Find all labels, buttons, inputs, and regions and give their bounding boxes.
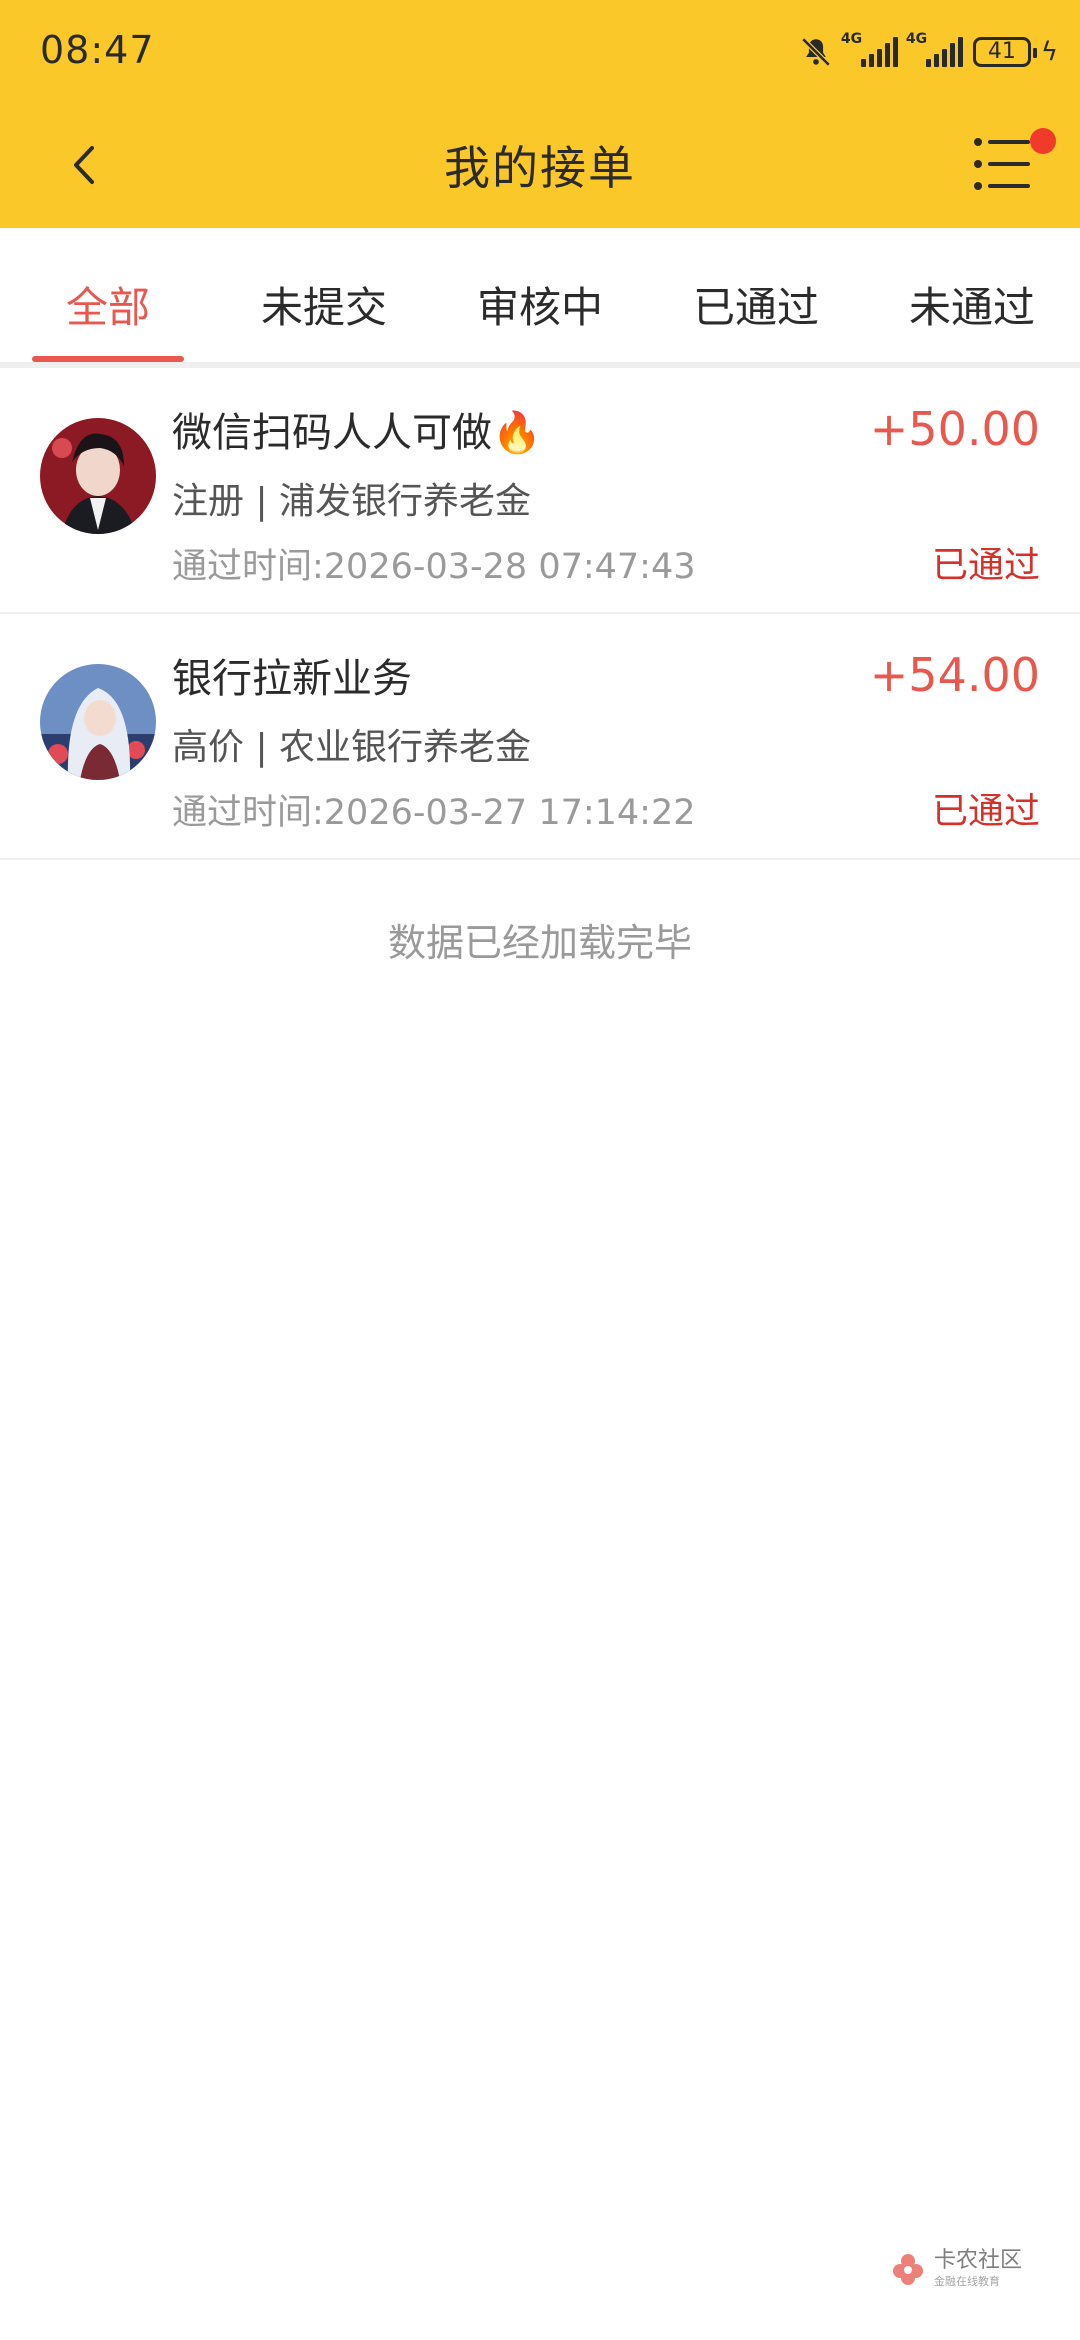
watermark: 卡农社区 金融在线教育 <box>890 2250 1022 2287</box>
app-header: 08:47 4G 4G 41 ϟ 我的接单 <box>0 0 1080 228</box>
tab-all[interactable]: 全部 <box>8 274 208 335</box>
signal-icon-2: 4G <box>906 31 963 67</box>
tab-not-submitted[interactable]: 未提交 <box>224 274 424 335</box>
order-title: 银行拉新业务 <box>172 656 412 702</box>
tab-approved[interactable]: 已通过 <box>656 274 856 335</box>
menu-button[interactable] <box>972 128 1056 196</box>
fire-icon: 🔥 <box>492 410 542 456</box>
tab-rejected[interactable]: 未通过 <box>872 274 1072 335</box>
end-of-list-text: 数据已经加载完毕 <box>387 921 692 965</box>
avatar <box>40 418 156 534</box>
active-tab-indicator <box>32 356 184 362</box>
battery-icon: 41 <box>972 37 1037 67</box>
order-amount: +54.00 <box>869 648 1040 702</box>
watermark-tagline: 金融在线教育 <box>933 2275 1000 2288</box>
order-time: 通过时间:2026-03-28 07:47:43 <box>172 547 696 587</box>
order-time: 通过时间:2026-03-27 17:14:22 <box>172 793 696 833</box>
tab-reviewing[interactable]: 审核中 <box>440 274 640 335</box>
notification-dot <box>1030 128 1056 154</box>
order-status: 已通过 <box>931 545 1040 586</box>
order-amount: +50.00 <box>869 402 1040 456</box>
order-subtitle: 注册 | 浦发银行养老金 <box>172 481 532 522</box>
status-tabs: 全部 未提交 审核中 已通过 未通过 <box>0 228 1080 368</box>
order-status: 已通过 <box>931 791 1040 832</box>
order-item[interactable]: 微信扫码人人可做🔥 注册 | 浦发银行养老金 通过时间:2026-03-28 0… <box>0 368 1080 614</box>
page-title: 我的接单 <box>444 141 636 195</box>
charging-icon: ϟ <box>1040 37 1058 67</box>
order-item[interactable]: 银行拉新业务 高价 | 农业银行养老金 通过时间:2026-03-27 17:1… <box>0 614 1080 860</box>
status-time: 08:47 <box>40 28 155 72</box>
watermark-name: 卡农社区 <box>933 2248 1022 2273</box>
avatar <box>40 664 156 780</box>
order-subtitle: 高价 | 农业银行养老金 <box>172 727 532 768</box>
order-title: 微信扫码人人可做🔥 <box>172 410 542 456</box>
flower-logo-icon <box>892 2253 923 2285</box>
status-icons: 4G 4G 41 ϟ <box>799 30 1058 74</box>
bell-muted-icon <box>801 37 831 67</box>
signal-icon: 4G <box>841 31 898 67</box>
